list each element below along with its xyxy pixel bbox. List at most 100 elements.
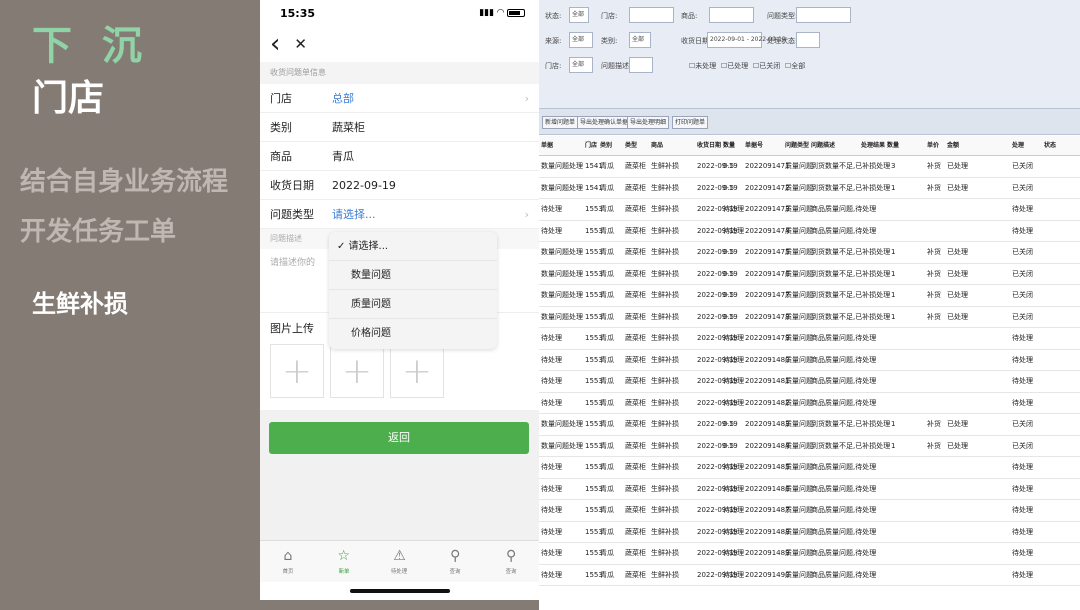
table-row[interactable]: 数量问题处理 1553 青瓜 蔬菜柜 生鲜补损 2022-09-19 0.5 20220914… — [539, 414, 1080, 436]
tab-item[interactable]: ☆ 新单 — [316, 541, 372, 582]
table-cell: 商品质量问题,待处理 — [811, 226, 877, 235]
tab-item[interactable]: ⚲ 查询 — [427, 541, 483, 582]
dropdown-option[interactable]: ✓ 请选择... — [329, 232, 497, 261]
column-header[interactable]: 单价 — [927, 136, 939, 156]
filter-label: 状态: — [545, 12, 562, 20]
slide-title: 下 沉 — [32, 23, 150, 69]
table-row[interactable]: 待处理 1553 青瓜 蔬菜柜 生鲜补损 2022-09-19 待处理 2022091487 质… — [539, 500, 1080, 522]
image-upload-slot[interactable]: + — [390, 344, 444, 398]
table-row[interactable]: 待处理 1553 青瓜 蔬菜柜 生鲜补损 2022-09-19 待处理 2022091488 质… — [539, 522, 1080, 543]
table-cell: 待处理 — [723, 334, 744, 342]
slide-tag: 生鲜补损 — [32, 290, 128, 318]
tab-item[interactable]: ⚲ 查询 — [483, 541, 539, 582]
table-cell: 待处理 — [723, 205, 744, 213]
column-header[interactable]: 问题类型 — [785, 136, 809, 156]
table-row[interactable]: 待处理 1553 青瓜 蔬菜柜 生鲜补损 2022-09-19 待处理 2022091479 质… — [539, 328, 1080, 350]
image-upload-slot[interactable]: + — [270, 344, 324, 398]
dropdown-option[interactable]: 质量问题 — [329, 290, 497, 319]
filter-input[interactable]: 全部 — [569, 7, 589, 23]
table-cell: 青瓜 — [600, 355, 614, 364]
table-cell: 2022091478 — [745, 312, 790, 321]
toolbar-button[interactable]: 导出处理确认单据 — [577, 116, 632, 129]
table-cell: 待处理 — [1012, 205, 1033, 213]
column-header[interactable]: 商品 — [651, 136, 663, 156]
column-header[interactable]: 数量 — [887, 136, 899, 156]
table-cell: 青瓜 — [600, 269, 614, 278]
table-cell: 待处理 — [541, 570, 562, 579]
filter-checkbox[interactable]: ☐未处理 — [689, 61, 716, 71]
table-cell: 青瓜 — [600, 334, 614, 342]
dropdown-option[interactable]: 数量问题 — [329, 261, 497, 290]
table-row[interactable]: 数量问题处理 1553 青瓜 蔬菜柜 生鲜补损 2022-09-19 0.5 20220914… — [539, 436, 1080, 457]
table-row[interactable]: 待处理 1553 青瓜 蔬菜柜 生鲜补损 2022-09-19 待处理 2022091481 质… — [539, 371, 1080, 393]
chevron-right-icon: › — [524, 208, 529, 221]
dropdown-option[interactable]: 价格问题 — [329, 319, 497, 348]
toolbar-button[interactable]: 导出处理明细 — [627, 116, 670, 129]
filter-input[interactable]: 2022-09-01 - 2022-09-19 — [707, 32, 786, 48]
column-header[interactable]: 类型 — [625, 136, 637, 156]
table-row[interactable]: 待处理 1553 青瓜 蔬菜柜 生鲜补损 2022-09-19 待处理 2022091485 质… — [539, 457, 1080, 479]
back-icon[interactable]: ‹ — [270, 31, 280, 57]
table-cell: 蔬菜柜 — [625, 484, 646, 493]
table-row[interactable]: 待处理 1553 青瓜 蔬菜柜 生鲜补损 2022-09-19 待处理 2022091473 质… — [539, 199, 1080, 221]
table-cell: 青瓜 — [600, 506, 614, 514]
filter-input[interactable] — [629, 7, 674, 23]
table-cell: 质量问题 — [785, 162, 813, 170]
column-header[interactable]: 单据 — [541, 136, 553, 156]
table-cell: 待处理 — [723, 527, 744, 536]
table-row[interactable]: 待处理 1553 青瓜 蔬菜柜 生鲜补损 2022-09-19 待处理 2022091480 质… — [539, 350, 1080, 371]
table-row[interactable]: 待处理 1553 青瓜 蔬菜柜 生鲜补损 2022-09-19 待处理 2022091482 质… — [539, 393, 1080, 414]
table-row[interactable]: 待处理 1553 青瓜 蔬菜柜 生鲜补损 2022-09-19 待处理 2022091486 质… — [539, 479, 1080, 500]
table-row[interactable]: 待处理 1553 青瓜 蔬菜柜 生鲜补损 2022-09-19 待处理 2022091489 质… — [539, 543, 1080, 565]
column-header[interactable]: 数量 — [723, 136, 735, 156]
column-header[interactable]: 收货日期 — [697, 136, 721, 156]
close-icon[interactable]: ✕ — [294, 35, 307, 53]
table-cell: 数量问题处理 — [541, 312, 583, 321]
filter-input[interactable]: 全部 — [629, 32, 651, 48]
column-header[interactable]: 门店 — [585, 136, 597, 156]
filter-checkbox[interactable]: ☐已关闭 — [753, 61, 780, 71]
table-row[interactable]: 数量问题处理 1553 青瓜 蔬菜柜 生鲜补损 2022-09-19 0.5 20220914… — [539, 307, 1080, 328]
column-header[interactable]: 处理结果 — [861, 136, 885, 156]
filter-input[interactable] — [709, 7, 754, 23]
column-header[interactable]: 类别 — [600, 136, 612, 156]
table-cell: 已关闭 — [1012, 420, 1033, 428]
table-cell: 待处理 — [723, 398, 744, 407]
filter-checkbox[interactable]: ☐全部 — [785, 61, 805, 71]
table-row[interactable]: 待处理 1553 青瓜 蔬菜柜 生鲜补损 2022-09-19 待处理 2022091490 质… — [539, 565, 1080, 586]
filter-input[interactable] — [629, 57, 653, 73]
tab-item[interactable]: ⚠ 待处理 — [372, 541, 428, 582]
table-cell: 商品质量问题,待处理 — [811, 570, 877, 579]
filter-label: 门店: — [545, 62, 562, 70]
table-row[interactable]: 数量问题处理 1541 青瓜 蔬菜柜 生鲜补损 2022-09-19 0.5 20220914… — [539, 156, 1080, 178]
column-header[interactable]: 状态 — [1044, 136, 1056, 156]
form-row-value[interactable]: 请选择... — [332, 206, 539, 222]
table-row[interactable]: 数量问题处理 1553 青瓜 蔬菜柜 生鲜补损 2022-09-19 0.5 20220914… — [539, 264, 1080, 285]
form-row[interactable]: 门店 总部 › — [260, 84, 539, 113]
image-upload-slot[interactable]: + — [330, 344, 384, 398]
toolbar-button[interactable]: 打印问题单 — [672, 116, 709, 129]
status-time: 15:35 — [280, 6, 316, 20]
tab-item[interactable]: ⌂ 首页 — [260, 541, 316, 582]
filter-input[interactable]: 全部 — [569, 32, 593, 48]
filter-checkbox[interactable]: ☐已处理 — [721, 61, 748, 71]
table-row[interactable]: 待处理 1553 青瓜 蔬菜柜 生鲜补损 2022-09-19 待处理 2022091474 质… — [539, 221, 1080, 242]
column-header[interactable]: 单据号 — [745, 136, 763, 156]
toolbar-button[interactable]: 新增问题单 — [542, 116, 579, 129]
form-row[interactable]: 问题类型 请选择... › — [260, 200, 539, 229]
column-header[interactable]: 问题描述 — [811, 136, 835, 156]
form-row-value[interactable]: 总部 — [332, 90, 539, 106]
filter-input[interactable]: 全部 — [569, 57, 593, 73]
filter-input[interactable] — [796, 7, 851, 23]
table-row[interactable]: 数量问题处理 1553 青瓜 蔬菜柜 生鲜补损 2022-09-19 0.5 20220914… — [539, 285, 1080, 307]
table-row[interactable]: 数量问题处理 1541 青瓜 蔬菜柜 生鲜补损 2022-09-19 0.5 20220914… — [539, 178, 1080, 199]
column-header[interactable]: 处理 — [1012, 136, 1024, 156]
table-cell: 1 — [891, 291, 896, 299]
return-button[interactable]: 返回 — [269, 422, 529, 454]
column-header[interactable]: 金额 — [947, 136, 959, 156]
table-cell: 3 — [891, 162, 896, 170]
slide-subtitle: 门店 — [32, 78, 105, 119]
table-row[interactable]: 数量问题处理 1553 青瓜 蔬菜柜 生鲜补损 2022-09-19 0.5 20220914… — [539, 242, 1080, 264]
filter-input[interactable] — [796, 32, 820, 48]
table-cell: 青瓜 — [600, 183, 614, 192]
